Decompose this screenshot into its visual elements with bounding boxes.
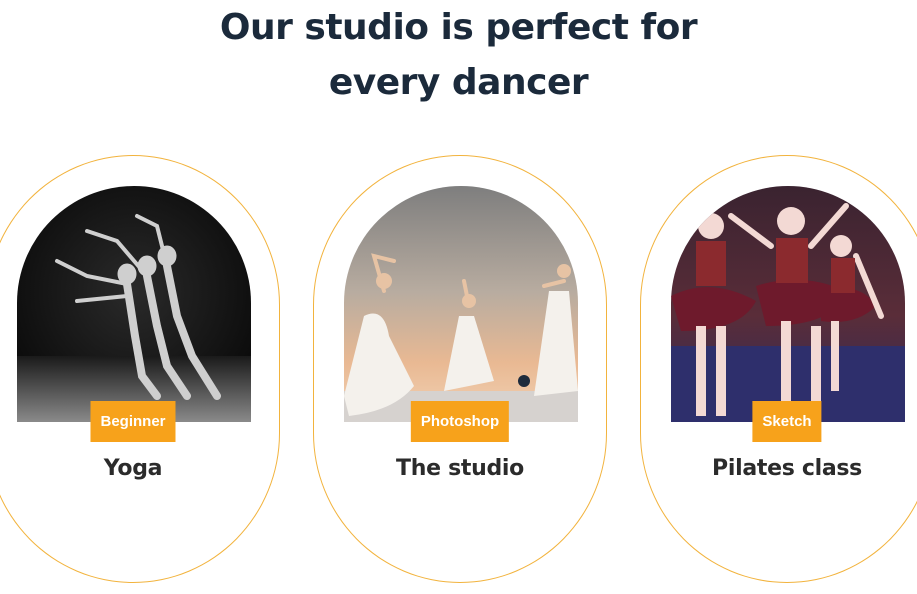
class-card-yoga[interactable]: Beginner Yoga [0, 155, 280, 583]
class-card-studio[interactable]: Photoshop The studio [313, 155, 607, 583]
card-title[interactable]: The studio [314, 456, 606, 481]
section-heading: Our studio is perfect for every dancer [0, 0, 917, 110]
dance-photo-sunset-icon [344, 186, 578, 422]
card-title[interactable]: Pilates class [641, 456, 917, 481]
card-badge[interactable]: Sketch [752, 401, 822, 442]
card-badge[interactable]: Photoshop [410, 401, 510, 442]
heading-line-1: Our studio is perfect for [219, 7, 698, 48]
heading-line-2: every dancer [328, 62, 589, 103]
card-title[interactable]: Yoga [0, 456, 279, 481]
dance-photo-bw-icon [17, 186, 251, 422]
class-card-pilates[interactable]: Sketch Pilates class [640, 155, 917, 583]
dance-photo-ballet-icon [671, 186, 905, 422]
card-image [671, 186, 905, 422]
card-image [17, 186, 251, 422]
card-badge[interactable]: Beginner [90, 401, 176, 442]
card-image [344, 186, 578, 422]
